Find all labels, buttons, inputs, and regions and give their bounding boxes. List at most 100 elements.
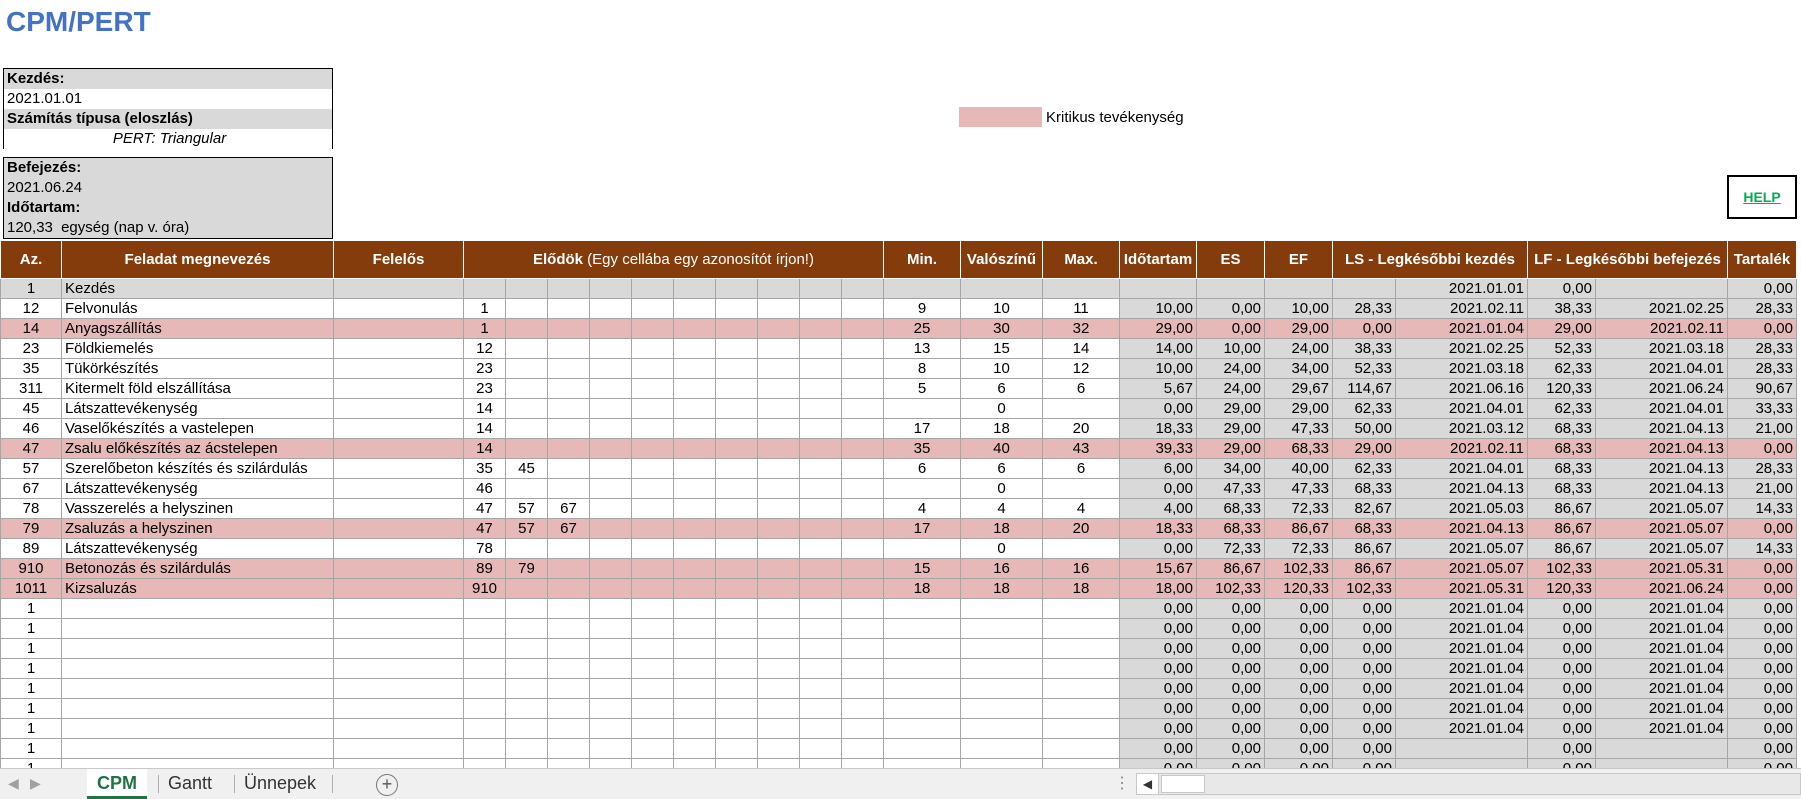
cell-owner[interactable]: [333, 298, 464, 319]
horizontal-scrollbar[interactable]: ◀: [1136, 773, 1801, 795]
cell-predecessor[interactable]: 67: [547, 518, 590, 539]
cell-min[interactable]: 9: [883, 298, 961, 319]
cell-predecessor[interactable]: [799, 618, 842, 639]
help-link[interactable]: HELP: [1743, 189, 1780, 205]
cell-predecessor[interactable]: [673, 298, 716, 319]
cell-predecessor[interactable]: [631, 318, 674, 339]
cell-task[interactable]: Anyagszállítás: [61, 318, 334, 339]
cell-predecessor[interactable]: [841, 618, 884, 639]
cell-owner[interactable]: [333, 338, 464, 359]
cell-predecessor[interactable]: [715, 578, 758, 599]
cell-owner[interactable]: [333, 718, 464, 739]
cell-predecessor[interactable]: [589, 638, 632, 659]
cell-predecessor[interactable]: 47: [463, 518, 506, 539]
cell-id[interactable]: 1: [0, 718, 62, 739]
cell-predecessor[interactable]: [505, 718, 548, 739]
cell-predecessor[interactable]: [673, 678, 716, 699]
cell-likely[interactable]: 18: [960, 578, 1043, 599]
cell-owner[interactable]: [333, 278, 464, 299]
cell-task[interactable]: Kizsaluzás: [61, 578, 334, 599]
cell-predecessor[interactable]: [505, 418, 548, 439]
cell-likely[interactable]: 6: [960, 378, 1043, 399]
cell-min[interactable]: [883, 678, 961, 699]
cell-predecessor[interactable]: [547, 618, 590, 639]
split-handle-icon[interactable]: ⋮: [1114, 773, 1130, 793]
cell-likely[interactable]: 6: [960, 458, 1043, 479]
cell-predecessor[interactable]: [547, 458, 590, 479]
cell-predecessor[interactable]: [673, 518, 716, 539]
cell-predecessor[interactable]: [547, 638, 590, 659]
cell-max[interactable]: [1042, 678, 1120, 699]
cell-min[interactable]: [883, 538, 961, 559]
cell-predecessor[interactable]: [757, 498, 800, 519]
cell-task[interactable]: [61, 678, 334, 699]
cell-id[interactable]: 1: [0, 638, 62, 659]
cell-id[interactable]: 1: [0, 738, 62, 759]
cell-predecessor[interactable]: [631, 658, 674, 679]
cell-predecessor[interactable]: [715, 478, 758, 499]
cell-owner[interactable]: [333, 598, 464, 619]
cell-predecessor[interactable]: [589, 338, 632, 359]
cell-id[interactable]: 1: [0, 758, 62, 768]
cell-likely[interactable]: [960, 598, 1043, 619]
cell-id[interactable]: 47: [0, 438, 62, 459]
cell-predecessor[interactable]: [715, 738, 758, 759]
cell-predecessor[interactable]: [673, 638, 716, 659]
cell-id[interactable]: 910: [0, 558, 62, 579]
cell-predecessor[interactable]: [505, 358, 548, 379]
calc-type-value[interactable]: PERT: Triangular: [4, 129, 332, 149]
cell-task[interactable]: [61, 658, 334, 679]
cell-predecessor[interactable]: [589, 658, 632, 679]
cell-predecessor[interactable]: [631, 498, 674, 519]
cell-predecessor[interactable]: [715, 298, 758, 319]
cell-predecessor[interactable]: [631, 398, 674, 419]
cell-predecessor[interactable]: [673, 458, 716, 479]
cell-task[interactable]: Vasszerelés a helyszinen: [61, 498, 334, 519]
cell-owner[interactable]: [333, 478, 464, 499]
cell-min[interactable]: [883, 398, 961, 419]
cell-predecessor[interactable]: [589, 378, 632, 399]
cell-predecessor[interactable]: [673, 478, 716, 499]
cell-predecessor[interactable]: [631, 738, 674, 759]
cell-predecessor[interactable]: [547, 398, 590, 419]
cell-likely[interactable]: [960, 278, 1043, 299]
cell-owner[interactable]: [333, 638, 464, 659]
cell-predecessor[interactable]: [799, 298, 842, 319]
cell-predecessor[interactable]: [799, 658, 842, 679]
cell-predecessor[interactable]: [589, 398, 632, 419]
cell-predecessor[interactable]: [589, 458, 632, 479]
cell-predecessor[interactable]: 12: [463, 338, 506, 359]
cell-likely[interactable]: [960, 718, 1043, 739]
cell-min[interactable]: [883, 478, 961, 499]
cell-predecessor[interactable]: [547, 758, 590, 768]
cell-predecessor[interactable]: [799, 738, 842, 759]
cell-likely[interactable]: 16: [960, 558, 1043, 579]
cell-predecessor[interactable]: [799, 698, 842, 719]
cell-predecessor[interactable]: 14: [463, 418, 506, 439]
cell-predecessor[interactable]: [799, 638, 842, 659]
cell-predecessor[interactable]: [799, 678, 842, 699]
cell-predecessor[interactable]: [631, 338, 674, 359]
cell-predecessor[interactable]: [547, 558, 590, 579]
cell-predecessor[interactable]: [673, 598, 716, 619]
cell-id[interactable]: 79: [0, 518, 62, 539]
cell-id[interactable]: 1: [0, 618, 62, 639]
cell-predecessor[interactable]: [757, 598, 800, 619]
cell-id[interactable]: 14: [0, 318, 62, 339]
cell-predecessor[interactable]: [589, 698, 632, 719]
cell-predecessor[interactable]: 79: [505, 558, 548, 579]
cell-predecessor[interactable]: [589, 318, 632, 339]
cell-predecessor[interactable]: [757, 578, 800, 599]
cell-owner[interactable]: [333, 578, 464, 599]
cell-predecessor[interactable]: [547, 418, 590, 439]
cell-predecessor[interactable]: [463, 738, 506, 759]
cell-predecessor[interactable]: [463, 598, 506, 619]
cell-predecessor[interactable]: [505, 318, 548, 339]
tab-nav-prev-icon[interactable]: ◀: [8, 775, 19, 792]
cell-task[interactable]: Látszattevékenység: [61, 538, 334, 559]
cell-predecessor[interactable]: 46: [463, 478, 506, 499]
cell-predecessor[interactable]: [673, 398, 716, 419]
cell-predecessor[interactable]: [589, 538, 632, 559]
cell-predecessor[interactable]: [547, 538, 590, 559]
cell-task[interactable]: Zsalu előkészítés az ácstelepen: [61, 438, 334, 459]
